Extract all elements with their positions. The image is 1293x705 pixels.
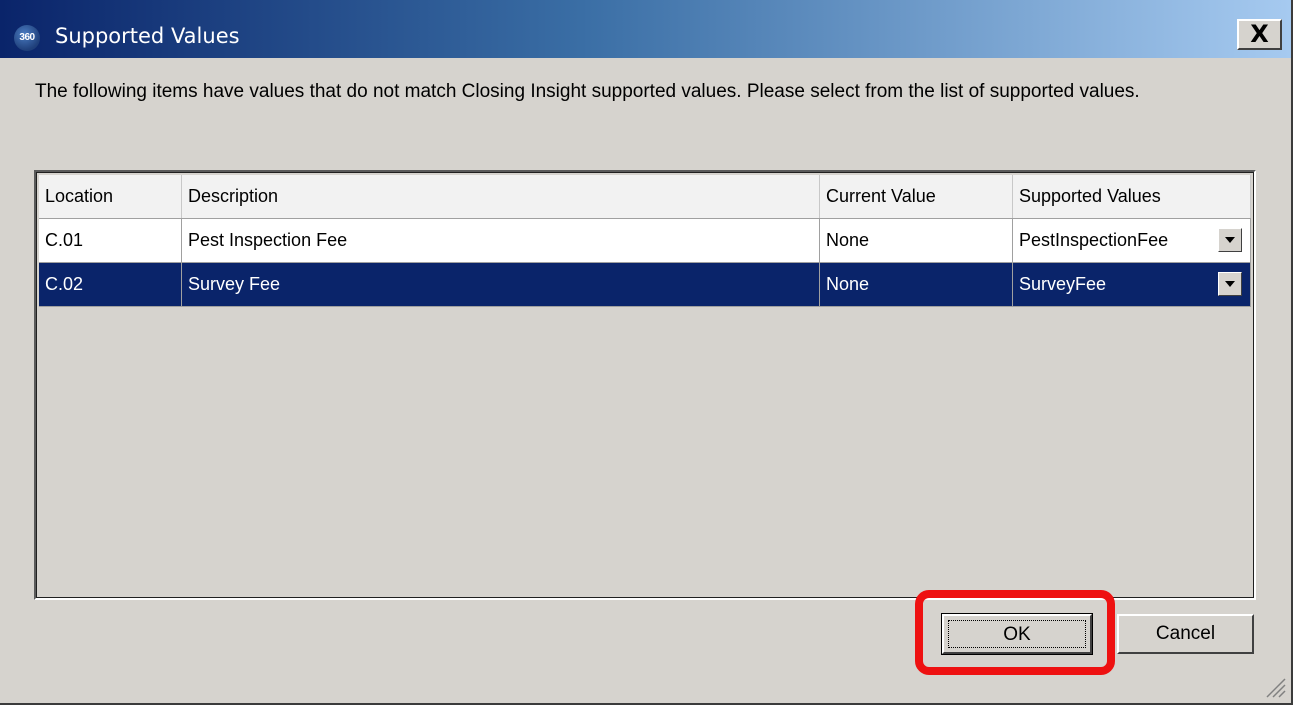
table-row-selected[interactable]: C.02 Survey Fee None SurveyFee bbox=[39, 263, 1251, 307]
supported-value-dropdown[interactable]: PestInspectionFee bbox=[1013, 219, 1251, 262]
description-cell[interactable]: Survey Fee bbox=[182, 263, 820, 306]
ok-button-label: OK bbox=[948, 620, 1086, 648]
column-header-current-value[interactable]: Current Value bbox=[820, 175, 1013, 218]
current-value-cell[interactable]: None bbox=[820, 219, 1013, 262]
dropdown-arrow-icon[interactable] bbox=[1218, 228, 1242, 252]
description-cell[interactable]: Pest Inspection Fee bbox=[182, 219, 820, 262]
supported-values-dialog: 360 Supported Values X The following ite… bbox=[0, 0, 1293, 705]
column-header-location[interactable]: Location bbox=[39, 175, 182, 218]
column-header-supported-values[interactable]: Supported Values bbox=[1013, 175, 1251, 218]
table-row[interactable]: C.01 Pest Inspection Fee None PestInspec… bbox=[39, 219, 1251, 263]
grid-header: Location Description Current Value Suppo… bbox=[39, 175, 1251, 219]
location-cell[interactable]: C.02 bbox=[39, 263, 182, 306]
instruction-message: The following items have values that do … bbox=[35, 81, 1140, 102]
dropdown-arrow-icon[interactable] bbox=[1218, 272, 1242, 296]
location-cell[interactable]: C.01 bbox=[39, 219, 182, 262]
supported-value-text: PestInspectionFee bbox=[1019, 230, 1169, 250]
current-value-cell[interactable]: None bbox=[820, 263, 1013, 306]
column-header-description[interactable]: Description bbox=[182, 175, 820, 218]
cancel-button[interactable]: Cancel bbox=[1117, 614, 1254, 654]
window-title: Supported Values bbox=[55, 24, 240, 48]
supported-value-dropdown[interactable]: SurveyFee bbox=[1013, 263, 1251, 306]
app-logo-icon: 360 bbox=[14, 25, 40, 51]
resize-grip-icon[interactable] bbox=[1261, 673, 1287, 699]
supported-value-text: SurveyFee bbox=[1019, 274, 1107, 294]
ok-button[interactable]: OK bbox=[941, 613, 1093, 655]
close-button[interactable]: X bbox=[1237, 19, 1282, 50]
values-grid[interactable]: Location Description Current Value Suppo… bbox=[34, 170, 1256, 600]
title-bar[interactable]: 360 Supported Values X bbox=[0, 0, 1291, 58]
